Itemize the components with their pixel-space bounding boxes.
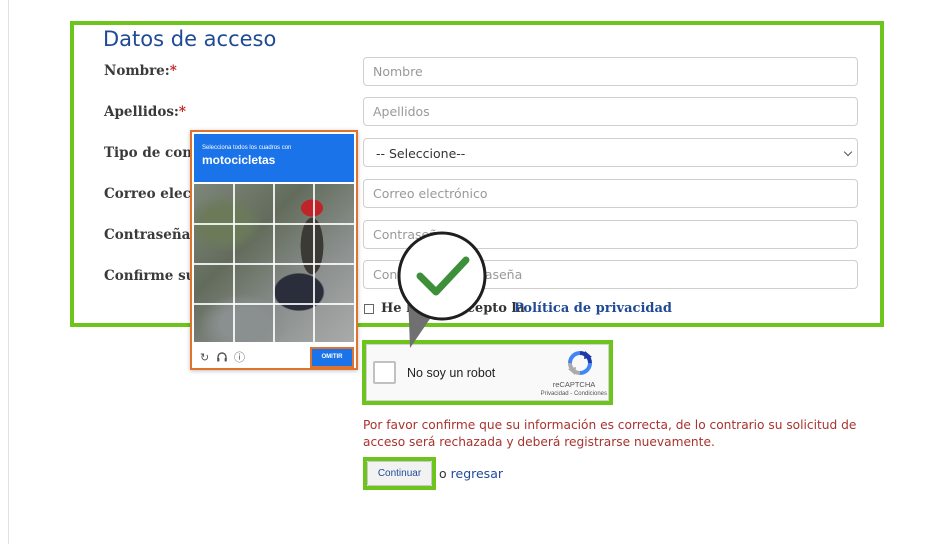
- captcha-image-grid[interactable]: [194, 184, 354, 342]
- captcha-target: motocicletas: [202, 153, 276, 167]
- field-label-apellidos: Apellidos:*: [104, 104, 186, 120]
- headphones-icon[interactable]: [216, 351, 228, 366]
- select-value: -- Seleccione--: [376, 146, 466, 161]
- return-link[interactable]: regresar: [451, 466, 503, 481]
- field-label-contrasena: Contraseña:*: [104, 226, 202, 244]
- privacy-policy-link[interactable]: Política de privacidad: [514, 301, 672, 316]
- captcha-header: Selecciona todos los cuadros con motocic…: [194, 134, 354, 182]
- page-left-rule: [8, 0, 9, 544]
- checkmark-badge-icon: [397, 231, 487, 348]
- captcha-skip-button[interactable]: OMITIR: [310, 347, 354, 368]
- required-mark: *: [178, 104, 186, 120]
- reload-icon[interactable]: ↻: [200, 352, 209, 364]
- section-title: Datos de acceso: [103, 27, 277, 51]
- grid-line: [194, 263, 354, 265]
- continue-button[interactable]: Continuar: [367, 461, 432, 486]
- captcha-instruction: Selecciona todos los cuadros con: [202, 145, 292, 151]
- required-mark: *: [169, 63, 177, 79]
- recaptcha-brand: reCAPTCHA: [552, 380, 596, 389]
- correo-input[interactable]: [363, 179, 858, 208]
- recaptcha-logo-icon: [568, 351, 592, 375]
- chevron-down-icon: [843, 147, 853, 157]
- privacy-checkbox[interactable]: [364, 304, 374, 314]
- grid-line: [194, 223, 354, 225]
- return-text: o regresar: [439, 466, 503, 481]
- captcha-challenge-popup: Selecciona todos los cuadros con motocic…: [190, 130, 358, 370]
- or-text: o: [439, 466, 447, 481]
- field-label-nombre: Nombre:*: [104, 63, 177, 79]
- info-icon[interactable]: ⓘ: [234, 352, 245, 364]
- confirmation-notice: Por favor confirme que su información es…: [363, 418, 857, 449]
- recaptcha-checkbox[interactable]: [373, 361, 396, 384]
- apellidos-input[interactable]: [363, 97, 858, 126]
- nombre-input[interactable]: [363, 57, 858, 86]
- tipo-contacto-select[interactable]: -- Seleccione--: [363, 138, 858, 167]
- recaptcha-label: No soy un robot: [407, 366, 496, 380]
- grid-line: [194, 303, 354, 305]
- recaptcha-terms-link[interactable]: Privacidad - Condiciones: [527, 391, 607, 397]
